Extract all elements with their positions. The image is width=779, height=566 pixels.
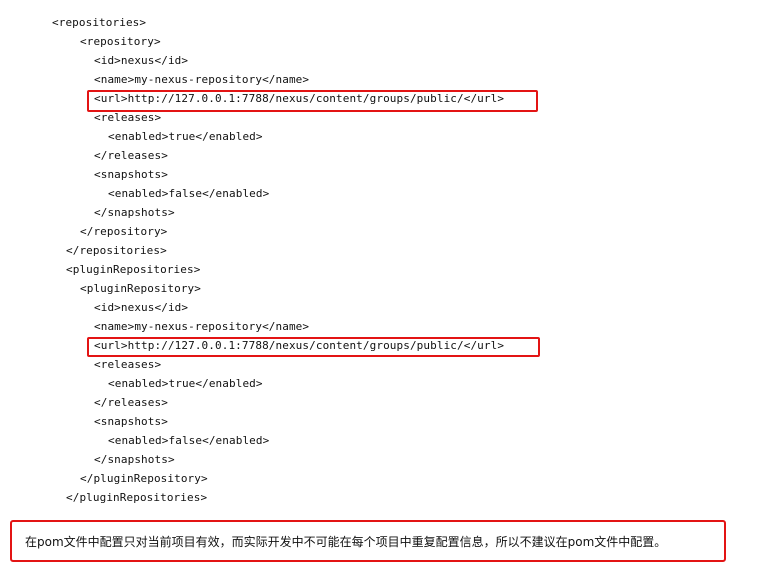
code-line-plugin-releases-close: </releases> (94, 396, 168, 409)
code-line-plugin-repository-open: <pluginRepository> (80, 282, 202, 295)
code-line-snapshots-close: </snapshots> (94, 206, 175, 219)
code-line-releases-close: </releases> (94, 149, 168, 162)
code-line-plugin-snapshots-open: <snapshots> (94, 415, 168, 428)
code-line-releases-open: <releases> (94, 111, 162, 124)
code-line-plugin-repositories-open: <pluginRepositories> (66, 263, 201, 276)
code-line-plugin-enabled-true: <enabled>true</enabled> (108, 377, 263, 390)
code-line-enabled-false: <enabled>false</enabled> (108, 187, 270, 200)
code-line-plugin-id: <id>nexus</id> (94, 301, 189, 314)
note-text: 在pom文件中配置只对当前项目有效，而实际开发中不可能在每个项目中重复配置信息，… (25, 534, 667, 549)
code-line-plugin-url: <url>http://127.0.0.1:7788/nexus/content… (94, 339, 505, 352)
code-line-id: <id>nexus</id> (94, 54, 189, 67)
code-line-repositories-open: <repositories> (52, 16, 147, 29)
code-line-plugin-repositories-close: </pluginRepositories> (66, 491, 208, 504)
code-line-plugin-name: <name>my-nexus-repository</name> (94, 320, 310, 333)
code-line-plugin-snapshots-close: </snapshots> (94, 453, 175, 466)
code-line-enabled-true: <enabled>true</enabled> (108, 130, 263, 143)
code-line-snapshots-open: <snapshots> (94, 168, 168, 181)
code-line-plugin-releases-open: <releases> (94, 358, 162, 371)
code-line-repository-open: <repository> (80, 35, 161, 48)
code-line-plugin-enabled-false: <enabled>false</enabled> (108, 434, 270, 447)
code-line-plugin-repository-close: </pluginRepository> (80, 472, 208, 485)
code-line-repositories-close: </repositories> (66, 244, 167, 257)
code-line-repository-close: </repository> (80, 225, 168, 238)
code-line-url: <url>http://127.0.0.1:7788/nexus/content… (94, 92, 505, 105)
note-box: 在pom文件中配置只对当前项目有效，而实际开发中不可能在每个项目中重复配置信息，… (10, 520, 726, 562)
code-line-name: <name>my-nexus-repository</name> (94, 73, 310, 86)
